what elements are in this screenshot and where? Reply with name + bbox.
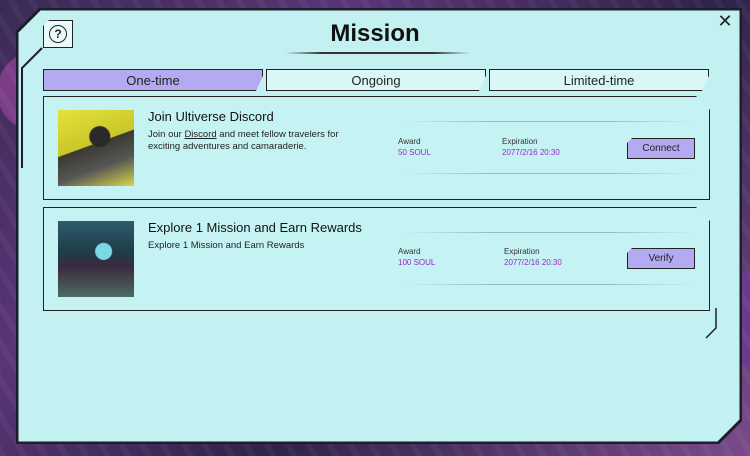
mission-description: Join our Discord and meet fellow travele… bbox=[148, 129, 358, 153]
title-underline bbox=[285, 52, 470, 54]
dialog-title: Mission bbox=[330, 20, 420, 47]
divider bbox=[404, 284, 694, 285]
verify-button[interactable]: Verify bbox=[627, 248, 695, 269]
mission-card: Join Ultiverse Discord Join our Discord … bbox=[43, 96, 710, 200]
mission-card: Explore 1 Mission and Earn Rewards Explo… bbox=[43, 207, 710, 311]
mission-title: Explore 1 Mission and Earn Rewards bbox=[148, 220, 362, 235]
mission-title: Join Ultiverse Discord bbox=[148, 109, 274, 124]
divider bbox=[404, 232, 694, 233]
tab-limited-time[interactable]: Limited-time bbox=[489, 69, 709, 91]
expiration-value: 2077/2/16 20:30 bbox=[502, 148, 560, 157]
mission-description: Explore 1 Mission and Earn Rewards bbox=[148, 240, 358, 252]
award-value: 50 SOUL bbox=[398, 148, 431, 157]
discord-link[interactable]: Discord bbox=[184, 129, 216, 140]
tab-one-time[interactable]: One-time bbox=[43, 69, 263, 91]
award-label: Award bbox=[398, 247, 421, 256]
mission-thumbnail bbox=[58, 221, 134, 297]
expiration-value: 2077/2/16 20:30 bbox=[504, 258, 562, 267]
divider bbox=[404, 173, 694, 174]
connect-button[interactable]: Connect bbox=[627, 138, 695, 159]
expiration-label: Expiration bbox=[502, 137, 538, 146]
tab-ongoing[interactable]: Ongoing bbox=[266, 69, 486, 91]
description-text: Explore 1 Mission and Earn Rewards bbox=[148, 240, 305, 251]
award-label: Award bbox=[398, 137, 421, 146]
award-value: 100 SOUL bbox=[398, 258, 436, 267]
description-text: Join our bbox=[148, 129, 185, 140]
expiration-label: Expiration bbox=[504, 247, 540, 256]
mission-thumbnail bbox=[58, 110, 134, 186]
divider bbox=[404, 121, 694, 122]
